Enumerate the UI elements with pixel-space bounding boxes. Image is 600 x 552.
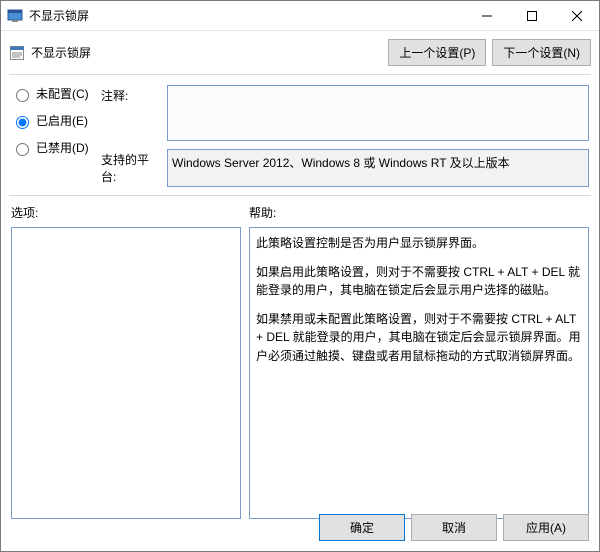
radio-enabled-input[interactable]	[16, 116, 29, 129]
ok-button[interactable]: 确定	[319, 514, 405, 541]
supported-platforms[interactable]	[167, 149, 589, 187]
radio-disabled-input[interactable]	[16, 143, 29, 156]
comment-label: 注释:	[101, 85, 163, 104]
close-button[interactable]	[554, 1, 599, 30]
titlebar: 不显示锁屏	[1, 1, 599, 31]
nav-buttons: 上一个设置(P) 下一个设置(N)	[388, 39, 591, 66]
help-col: 帮助: 此策略设置控制是否为用户显示锁屏界面。 如果启用此策略设置，则对于不需要…	[249, 204, 589, 519]
radio-disabled[interactable]: 已禁用(D)	[11, 139, 97, 156]
lower-panels: 选项: 帮助: 此策略设置控制是否为用户显示锁屏界面。 如果启用此策略设置，则对…	[1, 196, 599, 506]
window-controls	[464, 1, 599, 30]
options-panel[interactable]	[11, 227, 241, 519]
policy-name: 不显示锁屏	[31, 44, 91, 61]
radio-disabled-label: 已禁用(D)	[36, 139, 89, 156]
help-paragraph: 如果启用此策略设置，则对于不需要按 CTRL + ALT + DEL 就能登录的…	[256, 263, 582, 300]
dialog-buttons: 确定 取消 应用(A)	[1, 506, 599, 551]
policy-icon	[9, 45, 25, 61]
cancel-button[interactable]: 取消	[411, 514, 497, 541]
supported-label: 支持的平台:	[101, 149, 163, 185]
radio-not-configured[interactable]: 未配置(C)	[11, 85, 97, 102]
radio-enabled-label: 已启用(E)	[36, 112, 88, 129]
window-title: 不显示锁屏	[29, 7, 89, 24]
help-label: 帮助:	[249, 204, 589, 221]
radio-not-configured-label: 未配置(C)	[36, 85, 89, 102]
prev-setting-button[interactable]: 上一个设置(P)	[388, 39, 486, 66]
settings-grid: 未配置(C) 已启用(E) 已禁用(D) 注释: 支持的平台:	[1, 75, 599, 187]
policy-header: 不显示锁屏 上一个设置(P) 下一个设置(N)	[1, 31, 599, 66]
options-label: 选项:	[11, 204, 241, 221]
radio-not-configured-input[interactable]	[16, 89, 29, 102]
apply-button[interactable]: 应用(A)	[503, 514, 589, 541]
policy-editor-window: 不显示锁屏 不显	[0, 0, 600, 552]
help-paragraph: 如果禁用或未配置此策略设置，则对于不需要按 CTRL + ALT + DEL 就…	[256, 310, 582, 366]
next-setting-button[interactable]: 下一个设置(N)	[492, 39, 591, 66]
maximize-button[interactable]	[509, 1, 554, 30]
options-col: 选项:	[11, 204, 241, 519]
policy-title-wrap: 不显示锁屏	[9, 44, 380, 61]
minimize-button[interactable]	[464, 1, 509, 30]
title-wrap: 不显示锁屏	[1, 7, 464, 24]
help-paragraph: 此策略设置控制是否为用户显示锁屏界面。	[256, 234, 582, 253]
radio-enabled[interactable]: 已启用(E)	[11, 112, 97, 129]
state-radio-group: 未配置(C) 已启用(E) 已禁用(D)	[11, 85, 97, 156]
app-icon	[7, 8, 23, 24]
comment-input[interactable]	[167, 85, 589, 141]
help-panel[interactable]: 此策略设置控制是否为用户显示锁屏界面。 如果启用此策略设置，则对于不需要按 CT…	[249, 227, 589, 519]
